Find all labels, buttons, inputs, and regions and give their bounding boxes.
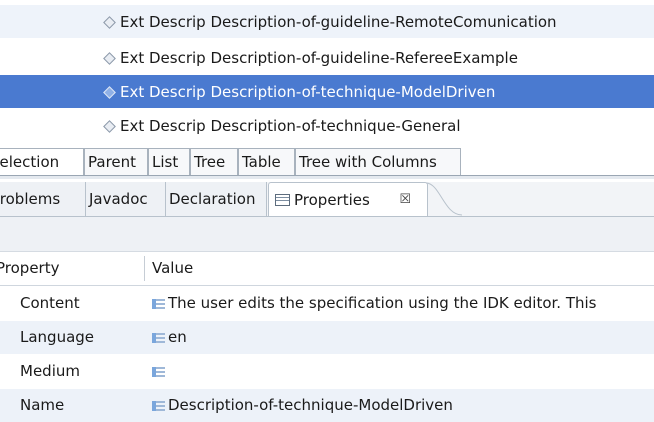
property-value: Description-of-technique-ModelDriven — [152, 389, 453, 422]
tree-item[interactable]: Ext Descrip Description-of-guideline-Rem… — [0, 5, 654, 38]
tab-table[interactable]: Table — [238, 148, 295, 175]
column-header-property[interactable]: Property — [0, 252, 59, 285]
properties-table-header: Property Value — [0, 252, 654, 286]
tab-list[interactable]: List — [148, 148, 190, 175]
tab-selection[interactable]: Selection — [0, 148, 84, 175]
tab-curve — [426, 182, 463, 216]
table-row[interactable]: Language en — [0, 321, 654, 354]
tree-item-label: Ext Descrip Description-of-technique-Gen… — [120, 116, 461, 135]
table-row[interactable]: Content The user edits the specification… — [0, 287, 654, 320]
text-value-icon — [152, 367, 165, 377]
element-icon — [104, 87, 114, 97]
close-icon[interactable]: ☒ — [399, 183, 411, 216]
text-value-icon — [152, 333, 165, 343]
property-value: en — [152, 321, 187, 354]
element-icon — [104, 17, 114, 27]
tree-item[interactable]: Ext Descrip Description-of-technique-Gen… — [0, 109, 654, 142]
tab-parent[interactable]: Parent — [84, 148, 148, 175]
property-key: Content — [20, 294, 80, 312]
tab-tree-with-columns[interactable]: Tree with Columns — [295, 148, 461, 175]
tree-item-label: Ext Descrip Description-of-technique-Mod… — [120, 82, 496, 101]
property-key: Name — [20, 396, 65, 414]
properties-icon — [275, 194, 290, 206]
tab-declaration[interactable]: Declaration — [166, 182, 267, 216]
property-value: The user edits the specification using t… — [152, 287, 597, 320]
element-icon — [104, 121, 114, 131]
tab-tree[interactable]: Tree — [190, 148, 238, 175]
column-header-value[interactable]: Value — [152, 252, 193, 285]
text-value-icon — [152, 299, 165, 309]
tab-javadoc[interactable]: Javadoc — [86, 182, 166, 216]
tree-item-selected[interactable]: Ext Descrip Description-of-technique-Mod… — [0, 75, 654, 108]
text-value-icon — [152, 401, 165, 411]
divider — [0, 176, 654, 179]
tab-properties[interactable]: Properties ☒ — [268, 182, 428, 216]
tree-item-label: Ext Descrip Description-of-guideline-Ref… — [120, 48, 518, 67]
table-row[interactable]: Medium — [0, 355, 654, 388]
property-key: Medium — [20, 362, 80, 380]
element-icon — [104, 53, 114, 63]
tree-item[interactable]: Ext Descrip Description-of-guideline-Ref… — [0, 41, 654, 74]
tree-item-label: Ext Descrip Description-of-guideline-Rem… — [120, 12, 557, 31]
table-row[interactable]: Name Description-of-technique-ModelDrive… — [0, 389, 654, 422]
property-key: Language — [20, 328, 95, 346]
property-value — [152, 355, 168, 388]
properties-toolbar — [0, 217, 654, 252]
tab-problems[interactable]: Problems — [0, 182, 86, 216]
column-separator[interactable] — [144, 256, 145, 281]
